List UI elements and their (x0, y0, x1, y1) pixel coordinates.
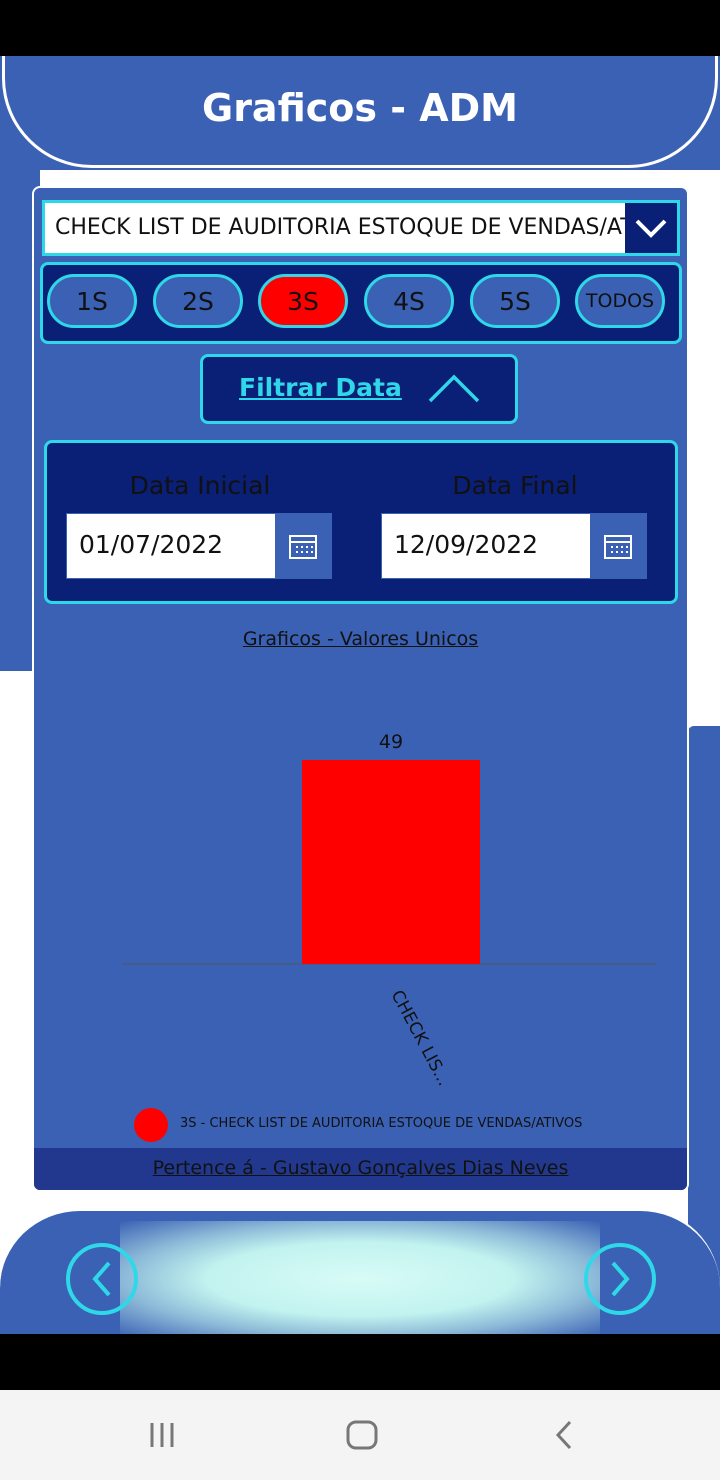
footer-strip: Pertence á - Gustavo Gonçalves Dias Neve… (34, 1148, 687, 1190)
end-date-field[interactable]: 12/09/2022 (381, 513, 647, 579)
segment-5s[interactable]: 5S (470, 274, 560, 328)
page-title: Graficos - ADM (202, 86, 518, 130)
checklist-dropdown[interactable]: CHECK LIST DE AUDITORIA ESTOQUE DE VENDA… (42, 200, 680, 256)
start-date-value: 01/07/2022 (79, 530, 224, 559)
home-button[interactable] (342, 1420, 382, 1450)
end-date-calendar-button[interactable] (590, 514, 646, 578)
next-button[interactable] (584, 1243, 656, 1315)
end-date-label: Data Final (452, 471, 578, 500)
legend-marker (134, 1108, 168, 1142)
main-card: CHECK LIST DE AUDITORIA ESTOQUE DE VENDA… (32, 186, 689, 1192)
segment-2s[interactable]: 2S (153, 274, 243, 328)
end-date-value: 12/09/2022 (394, 530, 539, 559)
status-bar (0, 0, 720, 56)
screen: Graficos - ADM CHECK LIST DE AUDITORIA E… (0, 0, 720, 1480)
segment-1s[interactable]: 1S (47, 274, 137, 328)
segment-todos[interactable]: TODOS (575, 274, 665, 328)
x-tick-label: CHECK LIS... (387, 987, 454, 1089)
dropdown-toggle-button[interactable] (625, 203, 677, 253)
chevron-right-icon (611, 1261, 630, 1297)
chevron-up-icon (428, 374, 480, 403)
segment-3s[interactable]: 3S (258, 274, 348, 328)
filter-date-button[interactable]: Filtrar Data (200, 354, 518, 424)
checklist-dropdown-value: CHECK LIST DE AUDITORIA ESTOQUE DE VENDA… (55, 215, 625, 240)
legend-label: 3S - CHECK LIST DE AUDITORIA ESTOQUE DE … (180, 1116, 583, 1131)
recent-apps-icon (150, 1423, 174, 1447)
bottom-glow (120, 1221, 600, 1334)
chart-title: Graficos - Valores Unicos (242, 628, 479, 650)
segment-4s[interactable]: 4S (364, 274, 454, 328)
bar-chart: 49 CHECK LIS... (122, 731, 656, 1089)
calendar-icon (604, 535, 632, 559)
bar (302, 760, 480, 964)
filter-date-label: Filtrar Data (239, 373, 402, 402)
chevron-left-icon (92, 1261, 111, 1297)
start-date-calendar-button[interactable] (275, 514, 331, 578)
start-date-label: Data Inicial (129, 471, 271, 500)
bar-value-label: 49 (379, 731, 403, 753)
calendar-icon (289, 535, 317, 559)
app-window: Graficos - ADM CHECK LIST DE AUDITORIA E… (0, 56, 720, 1334)
bottom-bar (0, 1208, 720, 1334)
back-button[interactable] (544, 1420, 584, 1450)
previous-button[interactable] (66, 1243, 138, 1315)
back-icon (555, 1420, 572, 1450)
system-navigation-bar (0, 1390, 720, 1480)
chevron-down-icon (635, 219, 667, 238)
date-filter-panel: Data Inicial Data Final 01/07/2022 12/09… (44, 440, 678, 604)
header: Graficos - ADM (0, 56, 720, 170)
home-icon (346, 1420, 378, 1450)
start-date-field[interactable]: 01/07/2022 (66, 513, 332, 579)
segment-filter: 1S 2S 3S 4S 5S TODOS (40, 262, 682, 344)
recent-apps-button[interactable] (142, 1420, 182, 1450)
bottom-black-strip (0, 1334, 720, 1390)
owner-footer-text: Pertence á - Gustavo Gonçalves Dias Neve… (152, 1157, 569, 1179)
